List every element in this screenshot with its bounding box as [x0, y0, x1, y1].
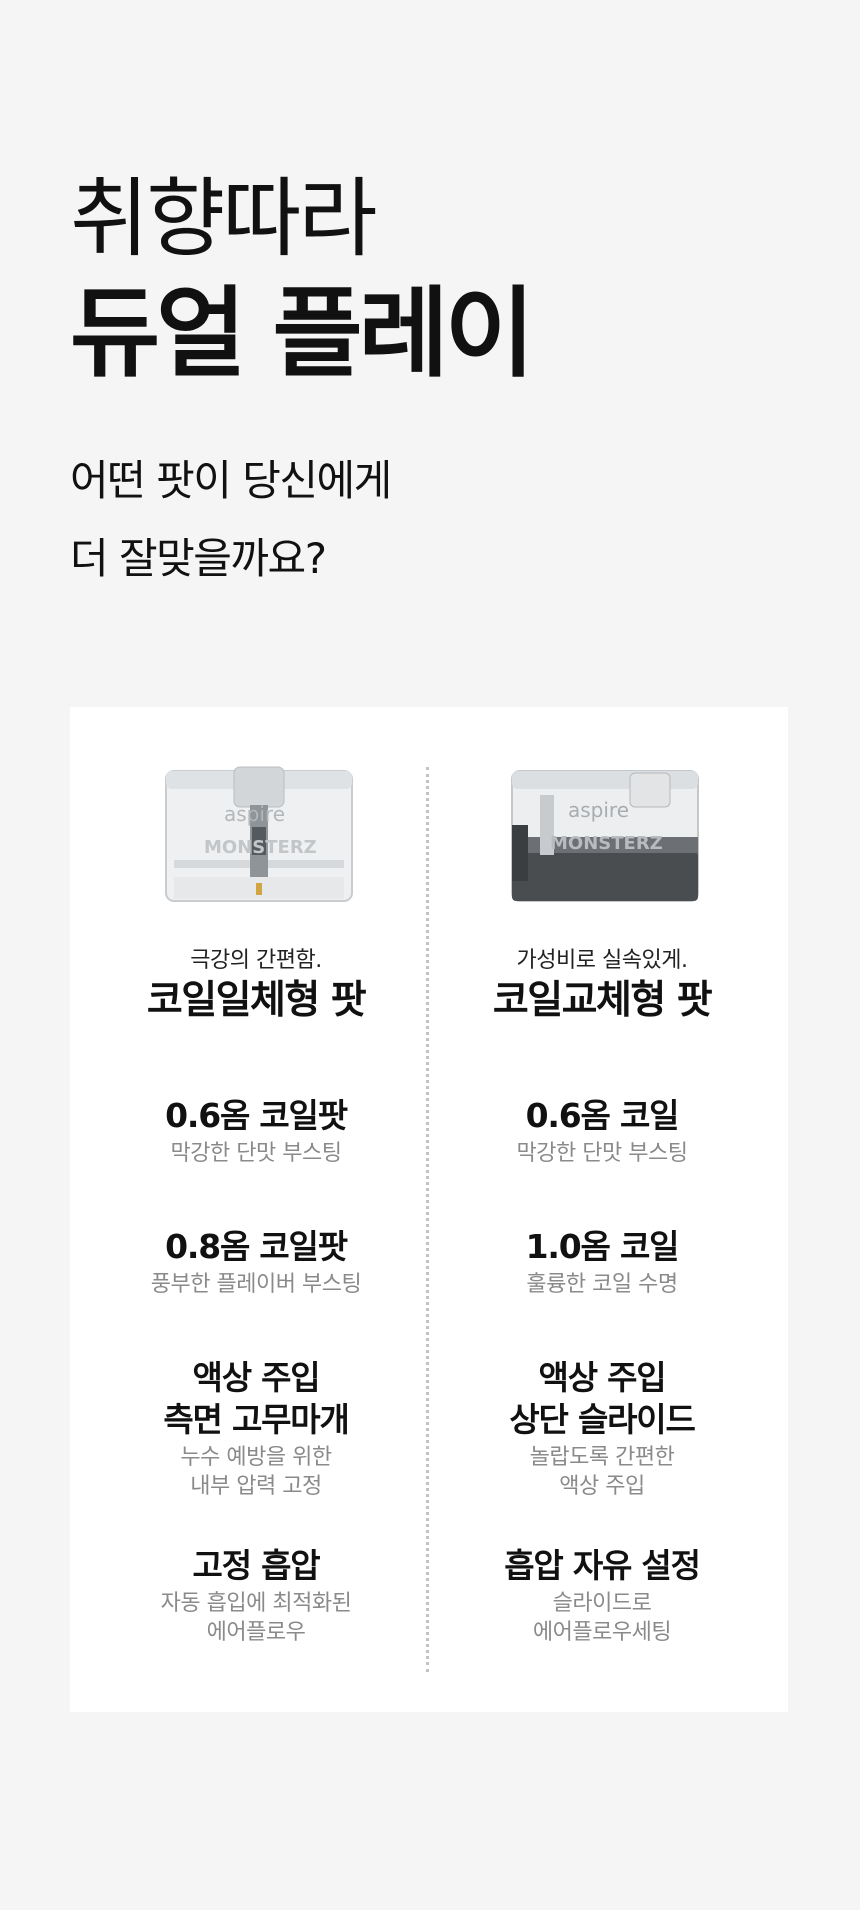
feature-title-line2: 측면 고무마개 [163, 1400, 349, 1439]
hero-title-line2: 듀얼 플레이 [70, 277, 535, 391]
feature-item: 0.8옴 코일팟 풍부한 플레이버 부스팅 [94, 1226, 418, 1299]
hero-title-line1: 취향따라 [70, 169, 377, 269]
pod-brand-text: aspire [568, 798, 629, 822]
feature-title-line2: 상단 슬라이드 [509, 1400, 695, 1439]
feature-title: 고정 흡압 [192, 1546, 321, 1585]
feature-desc-line1: 놀랍도록 간편한 [529, 1445, 675, 1470]
coil-integrated-pod-image: aspire MONSTERZ [164, 765, 354, 907]
feature-item: 흡압 자유 설정 슬라이드로 에어플로우세팅 [440, 1545, 764, 1647]
pod-collab-text: MONSTERZ [550, 833, 663, 854]
feature-item: 1.0옴 코일 훌륭한 코일 수명 [440, 1226, 764, 1299]
coil-integrated-type-title: 코일일체형 팟 [146, 978, 367, 1023]
pod-collab-text: MONSTERZ [204, 837, 317, 858]
feature-title: 0.6옴 코일팟 [165, 1096, 348, 1135]
feature-item: 액상 주입 상단 슬라이드 놀랍도록 간편한 액상 주입 [440, 1357, 764, 1501]
feature-desc-line1: 누수 예방을 위한 [180, 1445, 332, 1470]
hero-subtitle: 어떤 팟이 당신에게 더 잘맞을까요? [70, 442, 392, 598]
pod-brand-text: aspire [224, 802, 285, 826]
feature-item: 0.6옴 코일팟 막강한 단맛 부스팅 [94, 1095, 418, 1168]
feature-desc-line2: 내부 압력 고정 [190, 1474, 322, 1499]
feature-item: 0.6옴 코일 막강한 단맛 부스팅 [440, 1095, 764, 1168]
feature-desc-line1: 자동 흡입에 최적화된 [160, 1591, 352, 1616]
hero-subtitle-line1: 어떤 팟이 당신에게 [70, 456, 392, 505]
feature-desc-line2: 에어플로우세팅 [532, 1620, 672, 1645]
feature-desc: 풍부한 플레이버 부스팅 [150, 1272, 362, 1297]
feature-desc-line1: 슬라이드로 [552, 1591, 652, 1616]
coil-replaceable-pod-image: aspire MONSTERZ [510, 765, 700, 907]
coil-replaceable-type-title: 코일교체형 팟 [492, 978, 713, 1023]
feature-item: 액상 주입 측면 고무마개 누수 예방을 위한 내부 압력 고정 [94, 1357, 418, 1501]
comparison-card: aspire MONSTERZ 극강의 간편함. 코일일체형 팟 0.6옴 코일… [70, 707, 788, 1712]
hero-heading: 취향따라 듀얼 플레이 [70, 165, 535, 395]
feature-desc-line2: 액상 주입 [559, 1474, 645, 1499]
hero-subtitle-line2: 더 잘맞을까요? [70, 534, 327, 583]
feature-item: 고정 흡압 자동 흡입에 최적화된 에어플로우 [94, 1545, 418, 1647]
feature-desc: 막강한 단맛 부스팅 [516, 1141, 688, 1166]
column-divider [426, 767, 429, 1672]
feature-title: 0.6옴 코일 [525, 1096, 680, 1135]
feature-title: 흡압 자유 설정 [504, 1546, 701, 1585]
feature-desc-line2: 에어플로우 [206, 1620, 306, 1645]
feature-title: 0.8옴 코일팟 [165, 1227, 348, 1266]
feature-title-line1: 액상 주입 [192, 1358, 321, 1397]
feature-desc: 훌륭한 코일 수명 [526, 1272, 678, 1297]
feature-title: 1.0옴 코일 [525, 1227, 680, 1266]
feature-desc: 막강한 단맛 부스팅 [170, 1141, 342, 1166]
feature-title-line1: 액상 주입 [538, 1358, 667, 1397]
